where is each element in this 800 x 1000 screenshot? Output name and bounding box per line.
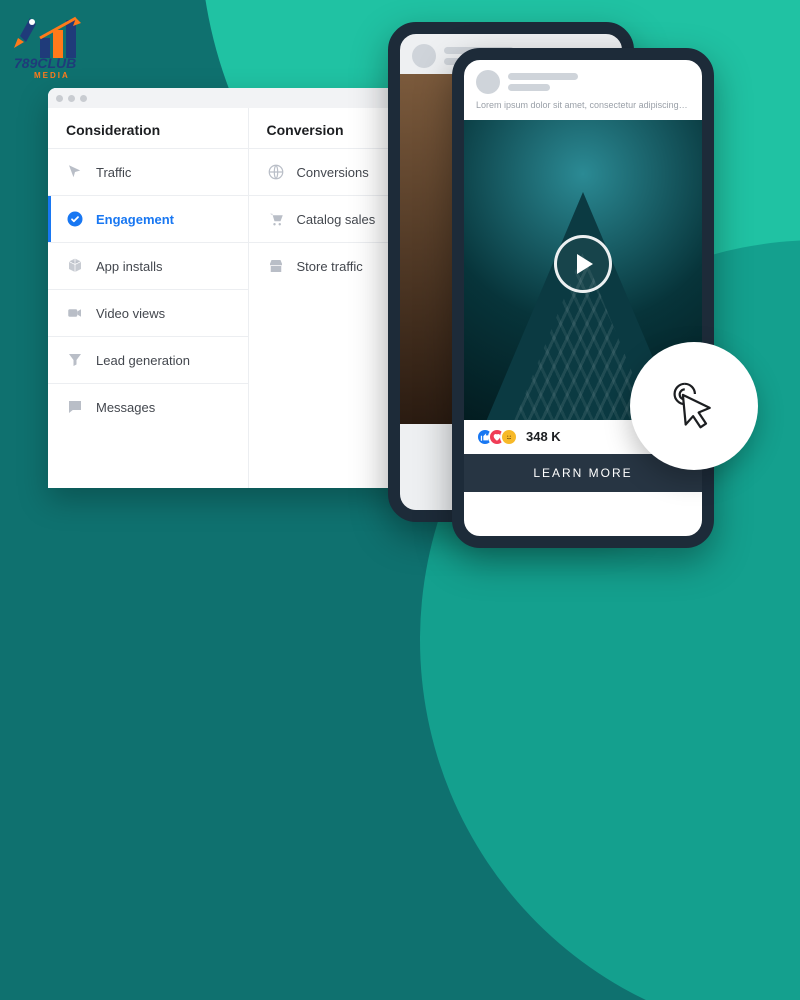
objective-engagement[interactable]: Engagement	[48, 195, 248, 242]
bars-icon	[40, 18, 81, 58]
cursor-icon	[66, 163, 84, 181]
funnel-icon	[66, 351, 84, 369]
chat-icon	[66, 398, 84, 416]
objective-label: Lead generation	[96, 353, 190, 368]
column-header: Consideration	[48, 108, 248, 148]
svg-text:789CLUB: 789CLUB	[14, 55, 76, 71]
objective-app-installs[interactable]: App installs	[48, 242, 248, 289]
consideration-column: Consideration Traffic Engagement App ins…	[48, 108, 248, 488]
objective-label: Traffic	[96, 165, 131, 180]
store-icon	[267, 257, 285, 275]
click-cursor-icon	[657, 369, 731, 443]
brand-logo: 789CLUB MEDIA	[12, 8, 112, 78]
cart-icon	[267, 210, 285, 228]
objective-traffic[interactable]: Traffic	[48, 148, 248, 195]
check-circle-icon	[66, 210, 84, 228]
objective-label: Video views	[96, 306, 165, 321]
reaction-icons	[476, 428, 518, 446]
traffic-light-dot	[80, 95, 87, 102]
globe-icon	[267, 163, 285, 181]
svg-text:MEDIA: MEDIA	[34, 71, 70, 78]
objective-label: Catalog sales	[297, 212, 376, 227]
objective-label: Engagement	[96, 212, 174, 227]
skeleton-line	[508, 84, 550, 91]
care-reaction-icon	[500, 428, 518, 446]
rocket-icon	[14, 18, 36, 48]
objective-lead-generation[interactable]: Lead generation	[48, 336, 248, 383]
click-cursor-badge	[630, 342, 758, 470]
objective-label: Store traffic	[297, 259, 363, 274]
reactions-count: 348 K	[526, 429, 561, 444]
objective-video-views[interactable]: Video views	[48, 289, 248, 336]
video-camera-icon	[66, 304, 84, 322]
avatar	[476, 70, 500, 94]
objective-label: Conversions	[297, 165, 369, 180]
post-caption: Lorem ipsum dolor sit amet, consectetur …	[464, 100, 702, 120]
traffic-light-dot	[68, 95, 75, 102]
play-button[interactable]	[554, 235, 612, 293]
traffic-light-dot	[56, 95, 63, 102]
skeleton-line	[508, 73, 578, 80]
play-icon	[577, 254, 593, 274]
post-header	[464, 60, 702, 100]
phone-preview-front: Lorem ipsum dolor sit amet, consectetur …	[452, 48, 714, 548]
avatar	[412, 44, 436, 68]
objective-messages[interactable]: Messages	[48, 383, 248, 430]
objective-label: App installs	[96, 259, 162, 274]
cube-icon	[66, 257, 84, 275]
objective-label: Messages	[96, 400, 155, 415]
